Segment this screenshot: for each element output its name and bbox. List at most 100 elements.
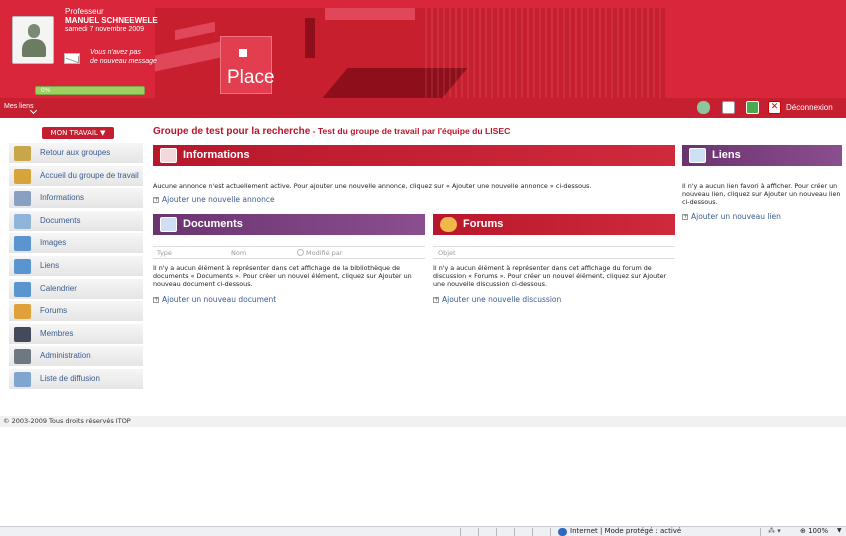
sync-icon[interactable] (746, 101, 759, 114)
info-icon (160, 148, 177, 163)
my-work-menu-button[interactable]: MON TRAVAIL ▼ (42, 127, 114, 139)
add-document-label[interactable]: Ajouter un nouveau document (162, 295, 276, 304)
logout-button[interactable]: Déconnexion (786, 103, 833, 112)
sidebar-item-admin[interactable]: Administration (9, 346, 143, 368)
sidebar-item-label: Liste de diffusion (40, 374, 100, 383)
footer: © 2003-2009 Tous droits réservés ITOP (0, 416, 846, 427)
header: Place Professeur MANUEL SCHNEEWELE samed… (0, 0, 846, 118)
add-discussion-label[interactable]: Ajouter une nouvelle discussion (442, 295, 561, 304)
documents-title: Documents (183, 218, 243, 230)
chevron-down-icon[interactable]: ▼ (837, 527, 842, 534)
sidebar-item-label: Informations (40, 193, 85, 203)
divider (460, 528, 461, 536)
plus-icon: + (682, 213, 689, 220)
col-modified-by-label: Modifié par (306, 249, 343, 257)
close-icon[interactable]: ✕ (768, 101, 781, 114)
col-name[interactable]: Nom (231, 249, 246, 257)
divider (532, 528, 533, 536)
sidebar-item-calendar[interactable]: Calendrier (9, 278, 143, 300)
magnifier-icon: ⊕ (800, 527, 809, 535)
add-discussion-link[interactable]: + Ajouter une nouvelle discussion (433, 295, 561, 304)
sidebar-item-forums[interactable]: Forums (9, 301, 143, 323)
images-icon (14, 236, 31, 252)
sidebar-item-links[interactable]: Liens (9, 256, 143, 277)
divider (433, 246, 675, 247)
documents-panel-header: Documents (153, 214, 425, 235)
divider (514, 528, 515, 536)
sidebar-item-back-groups[interactable]: Retour aux groupes (9, 143, 143, 164)
sort-icon (297, 249, 304, 256)
sidebar-item-info[interactable]: Informations (9, 188, 143, 210)
sidebar-item-folder[interactable]: Documents (9, 210, 143, 232)
forums-title: Forums (463, 218, 504, 230)
sidebar-item-label: Accueil du groupe de travail (40, 170, 139, 180)
add-link-label[interactable]: Ajouter un nouveau lien (691, 212, 781, 221)
info-icon (14, 191, 31, 207)
user-role: Professeur (65, 7, 104, 16)
browser-status-bar: Internet | Mode protégé : activé ⁂ ▾ ⊕ 1… (0, 526, 846, 536)
header-toolbar (0, 98, 846, 118)
security-zone[interactable]: Internet | Mode protégé : activé (570, 527, 681, 535)
sidebar-item-label: Images (40, 238, 67, 248)
my-links-menu[interactable]: Mes liens (4, 103, 34, 110)
divider (496, 528, 497, 536)
forums-empty-message: Il n'y a aucun élément à représenter dan… (433, 264, 667, 288)
forums-panel-header: Forums (433, 214, 675, 235)
sidebar-item-mailing-list[interactable]: Liste de diffusion (9, 369, 143, 390)
mailing-list-icon (14, 372, 31, 387)
sidebar-item-home[interactable]: Accueil du groupe de travail (9, 165, 143, 187)
quota-progress-label: 0% (41, 87, 51, 94)
divider (760, 528, 761, 536)
add-announcement-label[interactable]: Ajouter une nouvelle annonce (162, 195, 275, 204)
col-subject[interactable]: Objet (438, 249, 456, 257)
copyright: © 2003-2009 Tous droits réservés ITOP (3, 417, 131, 425)
informations-panel-header: Informations (153, 145, 675, 166)
edit-icon[interactable] (722, 101, 735, 114)
place-logo-text: Place (227, 67, 275, 88)
members-icon (14, 326, 31, 342)
zoom-level-value: 100% (808, 527, 829, 535)
admin-icon (14, 349, 31, 365)
user-avatar[interactable] (12, 16, 54, 64)
add-document-link[interactable]: + Ajouter un nouveau document (153, 295, 276, 304)
envelope-icon[interactable] (64, 53, 80, 64)
divider (550, 528, 551, 536)
quota-progress-bar: 0% (35, 86, 145, 95)
sidebar-item-label: Calendrier (40, 283, 77, 293)
links-icon (689, 148, 706, 163)
trash-icon[interactable] (697, 101, 710, 114)
links-title: Liens (712, 149, 741, 161)
sidebar: MON TRAVAIL ▼ Retour aux groupes Accueil … (9, 124, 143, 392)
sidebar-item-label: Administration (40, 351, 91, 361)
sidebar-item-members[interactable]: Membres (9, 323, 143, 345)
group-description: - Test du groupe de travail par l'équipe… (310, 126, 511, 136)
col-type[interactable]: Type (157, 249, 172, 257)
place-logo: Place (220, 36, 275, 94)
security-menu[interactable]: ⁂ ▾ (768, 527, 781, 535)
sidebar-item-images[interactable]: Images (9, 233, 143, 255)
col-modified-by[interactable]: Modifié par (297, 249, 342, 257)
back-groups-icon (14, 146, 31, 161)
place-banner: Place (155, 8, 665, 98)
current-date: samedi 7 novembre 2009 (65, 26, 144, 33)
informations-title: Informations (183, 149, 250, 161)
divider (153, 246, 425, 247)
messages-status-line-1[interactable]: Vous n'avez pas (90, 49, 141, 56)
sidebar-item-label: Liens (40, 261, 60, 270)
forums-icon (14, 304, 31, 320)
links-empty-message: Il n'y a aucun lien favori à afficher. P… (682, 182, 841, 206)
globe-icon (558, 528, 567, 536)
zoom-level[interactable]: ⊕ 100% (800, 527, 828, 535)
add-link-link[interactable]: + Ajouter un nouveau lien (682, 212, 781, 221)
sidebar-item-label: Documents (40, 215, 81, 225)
group-name: Groupe de test pour la recherche (153, 126, 311, 137)
messages-status-line-2[interactable]: de nouveau message (90, 58, 157, 65)
sidebar-item-label: Retour aux groupes (40, 148, 111, 157)
plus-icon: + (153, 296, 160, 303)
user-name[interactable]: MANUEL SCHNEEWELE (65, 16, 158, 25)
links-panel-header: Liens (682, 145, 842, 166)
sidebar-item-label: Membres (40, 328, 74, 338)
sidebar-item-label: Forums (40, 306, 68, 316)
add-announcement-link[interactable]: + Ajouter une nouvelle annonce (153, 195, 275, 204)
documents-empty-message: Il n'y a aucun élément à représenter dan… (153, 264, 412, 288)
